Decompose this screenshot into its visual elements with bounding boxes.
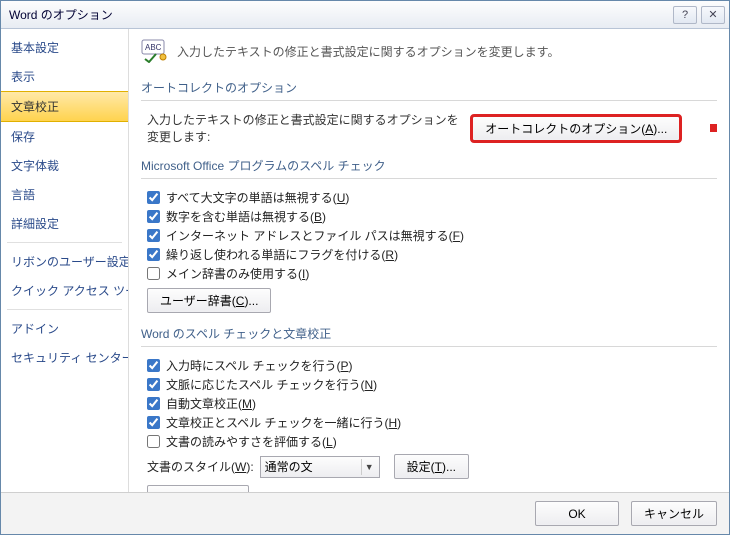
wordspell-check-label: 文書の読みやすさを評価する(L) xyxy=(166,433,337,450)
recheck-button[interactable]: 再チェック(K) xyxy=(147,485,249,492)
annotation-marker xyxy=(710,124,717,132)
wordspell-check-row: 文章校正とスペル チェックを一緒に行う(H) xyxy=(147,414,717,431)
wordspell-check-row: 入力時にスペル チェックを行う(P) xyxy=(147,357,717,374)
autocorrect-desc: 入力したテキストの修正と書式設定に関するオプションを変更します: xyxy=(147,111,462,145)
dialog-footer: OK キャンセル xyxy=(1,492,729,534)
proofing-icon: ABC xyxy=(141,39,169,63)
wordspell-check-label: 自動文章校正(M) xyxy=(166,395,256,412)
wordspell-check-checkbox[interactable] xyxy=(147,378,160,391)
section-wordspell-head: Word のスペル チェックと文章校正 xyxy=(141,321,717,347)
spell-check-label: メイン辞書のみ使用する(I) xyxy=(166,265,309,282)
user-dict-button[interactable]: ユーザー辞書(C)... xyxy=(147,288,271,313)
options-dialog: Word のオプション ? ✕ 基本設定表示文章校正保存文字体裁言語詳細設定リボ… xyxy=(0,0,730,535)
sidebar-item[interactable]: リボンのユーザー設定 xyxy=(1,247,128,276)
writing-style-select[interactable]: 通常の文 ▼ xyxy=(260,456,380,478)
section-autocorrect-head: オートコレクトのオプション xyxy=(141,75,717,101)
spell-check-checkbox[interactable] xyxy=(147,191,160,204)
panel-header: ABC 入力したテキストの修正と書式設定に関するオプションを変更します。 xyxy=(141,39,717,63)
dialog-body: 基本設定表示文章校正保存文字体裁言語詳細設定リボンのユーザー設定クイック アクセ… xyxy=(1,29,729,492)
wordspell-check-row: 自動文章校正(M) xyxy=(147,395,717,412)
wordspell-check-checkbox[interactable] xyxy=(147,397,160,410)
ok-button[interactable]: OK xyxy=(535,501,619,526)
spell-check-checkbox[interactable] xyxy=(147,267,160,280)
sidebar: 基本設定表示文章校正保存文字体裁言語詳細設定リボンのユーザー設定クイック アクセ… xyxy=(1,29,129,492)
spell-check-checkbox[interactable] xyxy=(147,210,160,223)
writing-style-value: 通常の文 xyxy=(265,458,313,475)
spell-check-row: 繰り返し使われる単語にフラグを付ける(R) xyxy=(147,246,717,263)
spell-check-checkbox[interactable] xyxy=(147,229,160,242)
close-icon[interactable]: ✕ xyxy=(701,6,725,24)
sidebar-item[interactable]: 文章校正 xyxy=(1,91,128,122)
spell-check-label: すべて大文字の単語は無視する(U) xyxy=(166,189,349,206)
spell-check-label: インターネット アドレスとファイル パスは無視する(F) xyxy=(166,227,464,244)
sidebar-item[interactable]: 保存 xyxy=(1,122,128,151)
sidebar-item[interactable]: アドイン xyxy=(1,314,128,343)
svg-text:ABC: ABC xyxy=(145,43,162,52)
sidebar-item[interactable]: クイック アクセス ツール バー xyxy=(1,276,128,305)
window-title: Word のオプション xyxy=(9,6,669,23)
wordspell-check-checkbox[interactable] xyxy=(147,435,160,448)
wordspell-check-label: 入力時にスペル チェックを行う(P) xyxy=(166,357,353,374)
chevron-down-icon: ▼ xyxy=(361,459,377,475)
wordspell-check-checkbox[interactable] xyxy=(147,416,160,429)
spell-check-label: 数字を含む単語は無視する(B) xyxy=(166,208,326,225)
cancel-button[interactable]: キャンセル xyxy=(631,501,717,526)
sidebar-item[interactable]: 基本設定 xyxy=(1,33,128,62)
help-icon[interactable]: ? xyxy=(673,6,697,24)
sidebar-item[interactable]: 言語 xyxy=(1,180,128,209)
spell-check-row: すべて大文字の単語は無視する(U) xyxy=(147,189,717,206)
section-spell-head: Microsoft Office プログラムのスペル チェック xyxy=(141,153,717,179)
sidebar-item[interactable]: 表示 xyxy=(1,62,128,91)
panel-header-text: 入力したテキストの修正と書式設定に関するオプションを変更します。 xyxy=(177,43,559,60)
sidebar-item[interactable]: セキュリティ センター xyxy=(1,343,128,372)
wordspell-check-checkbox[interactable] xyxy=(147,359,160,372)
spell-check-checkbox[interactable] xyxy=(147,248,160,261)
spell-check-row: 数字を含む単語は無視する(B) xyxy=(147,208,717,225)
titlebar: Word のオプション ? ✕ xyxy=(1,1,729,29)
wordspell-check-row: 文書の読みやすさを評価する(L) xyxy=(147,433,717,450)
sidebar-item[interactable]: 詳細設定 xyxy=(1,209,128,238)
settings-button[interactable]: 設定(T)... xyxy=(394,454,469,479)
spell-check-label: 繰り返し使われる単語にフラグを付ける(R) xyxy=(166,246,398,263)
writing-style-label: 文書のスタイル(W): xyxy=(147,458,254,475)
spell-check-row: インターネット アドレスとファイル パスは無視する(F) xyxy=(147,227,717,244)
wordspell-check-label: 文脈に応じたスペル チェックを行う(N) xyxy=(166,376,377,393)
autocorrect-row: 入力したテキストの修正と書式設定に関するオプションを変更します: オートコレクト… xyxy=(147,111,717,145)
sidebar-item[interactable]: 文字体裁 xyxy=(1,151,128,180)
wordspell-check-row: 文脈に応じたスペル チェックを行う(N) xyxy=(147,376,717,393)
autocorrect-options-button[interactable]: オートコレクトのオプション(A)... xyxy=(472,116,680,141)
wordspell-check-label: 文章校正とスペル チェックを一緒に行う(H) xyxy=(166,414,401,431)
spell-check-row: メイン辞書のみ使用する(I) xyxy=(147,265,717,282)
main-panel: ABC 入力したテキストの修正と書式設定に関するオプションを変更します。 オート… xyxy=(129,29,729,492)
